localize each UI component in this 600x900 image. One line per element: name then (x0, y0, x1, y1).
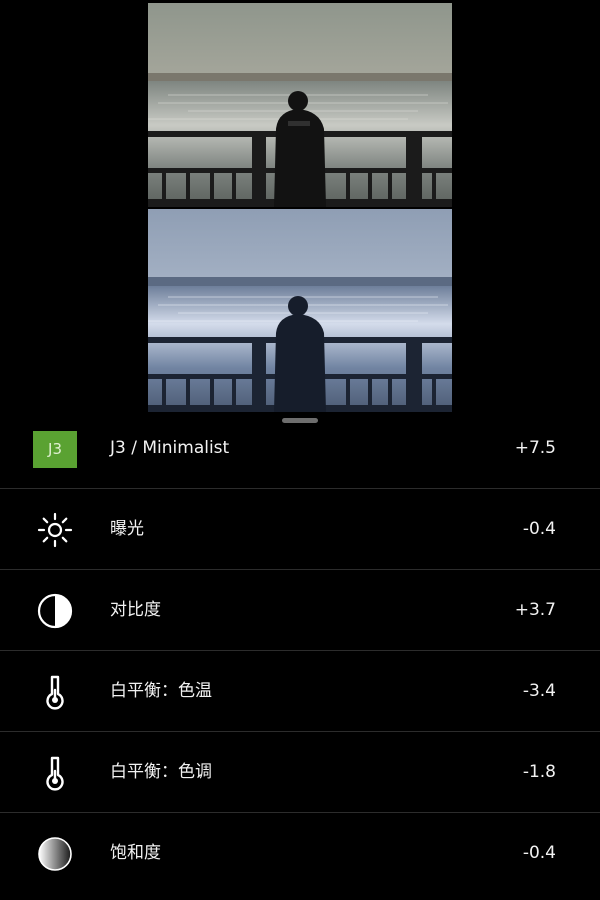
adjustment-label-saturation: 饱和度 (110, 843, 161, 863)
thermometer-icon (33, 754, 77, 792)
photo-after-image (148, 209, 452, 412)
adjustment-row-saturation[interactable]: 饱和度 -0.4 (0, 813, 600, 893)
adjustment-label-exposure: 曝光 (110, 519, 144, 539)
adjustment-value-exposure: -0.4 (522, 519, 556, 539)
adjustment-value-contrast: +3.7 (514, 600, 556, 620)
thermometer-icon (33, 673, 77, 711)
preset-badge: J3 (33, 430, 77, 468)
preset-value: +7.5 (514, 438, 556, 458)
adjustment-label-temperature: 白平衡：色温 (110, 681, 212, 701)
adjustment-label-contrast: 对比度 (110, 600, 161, 620)
photo-before (148, 3, 452, 207)
adjustment-row-exposure[interactable]: 曝光 -0.4 (0, 489, 600, 570)
saturation-icon (33, 835, 77, 873)
adjustment-list: J3 J3 / Minimalist +7.5 曝光 -0.4 对比度 +3.7… (0, 408, 600, 893)
preset-label: J3 / Minimalist (110, 438, 230, 458)
photo-before-image (148, 3, 452, 207)
adjustment-row-temperature[interactable]: 白平衡：色温 -3.4 (0, 651, 600, 732)
adjustment-row-contrast[interactable]: 对比度 +3.7 (0, 570, 600, 651)
photo-after (148, 209, 452, 412)
contrast-icon (33, 592, 77, 630)
adjustment-value-saturation: -0.4 (522, 843, 556, 863)
sun-icon (33, 511, 77, 549)
adjustment-value-tint: -1.8 (522, 762, 556, 782)
adjustment-value-temperature: -3.4 (522, 681, 556, 701)
adjustment-label-tint: 白平衡：色调 (110, 762, 212, 782)
preset-row[interactable]: J3 J3 / Minimalist +7.5 (0, 408, 600, 489)
preset-badge-label: J3 (33, 430, 77, 468)
adjustment-row-tint[interactable]: 白平衡：色调 -1.8 (0, 732, 600, 813)
